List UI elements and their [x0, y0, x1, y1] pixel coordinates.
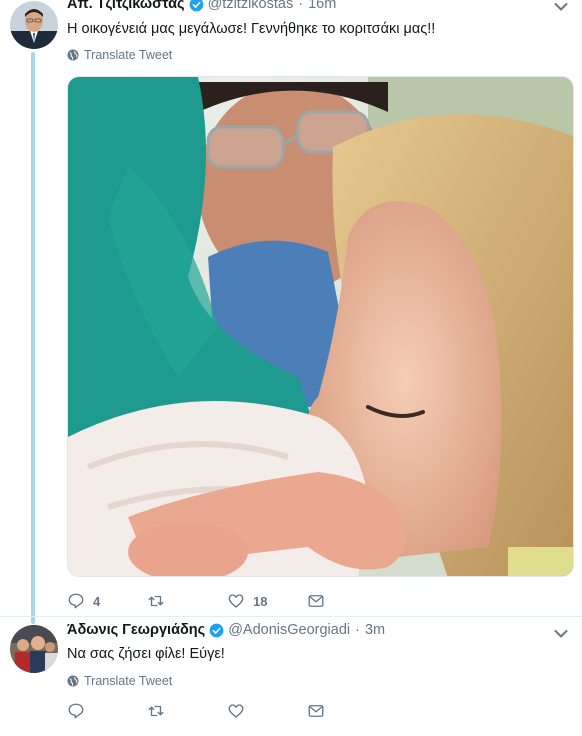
author-handle[interactable]: @AdonisGeorgiadi — [228, 622, 350, 638]
like-count: 18 — [253, 593, 268, 609]
heart-icon — [228, 594, 244, 608]
avatar[interactable] — [10, 1, 58, 49]
globe-icon — [67, 49, 79, 61]
direct-message-button[interactable] — [307, 702, 387, 720]
tweet-text: Να σας ζήσει φίλε! Εύγε! — [67, 646, 225, 662]
reply-button[interactable]: 4 — [67, 592, 147, 610]
verified-badge-icon — [209, 623, 224, 637]
envelope-icon — [308, 705, 324, 717]
tweet-header: Απ. Τζιτζικώστας @tzitzikostas · 16m — [67, 0, 336, 12]
tweet-header: Άδωνις Γεωργιάδης @AdonisGeorgiadi · 3m — [67, 622, 385, 638]
envelope-icon — [308, 595, 324, 607]
chevron-down-icon[interactable] — [554, 629, 568, 639]
thread-line — [31, 52, 35, 624]
reply-count: 4 — [93, 593, 101, 609]
retweet-icon — [148, 595, 164, 607]
tweet-photo[interactable] — [67, 76, 574, 577]
timestamp[interactable]: 3m — [365, 622, 385, 638]
avatar-man-suit-icon — [10, 1, 58, 49]
like-button[interactable] — [227, 702, 307, 720]
reply-icon — [68, 703, 84, 719]
separator: · — [298, 0, 304, 12]
author-name[interactable]: Απ. Τζιτζικώστας — [67, 0, 185, 12]
photo-icon — [68, 77, 573, 576]
separator: · — [355, 622, 360, 638]
verified-badge-icon — [189, 0, 203, 11]
retweet-button[interactable] — [147, 592, 227, 610]
translate-label[interactable]: Translate Tweet — [84, 674, 172, 688]
direct-message-button[interactable] — [307, 592, 387, 610]
chevron-down-icon[interactable] — [554, 2, 568, 12]
reply-button[interactable] — [67, 702, 147, 720]
tweet-actions: 4 18 — [67, 592, 387, 610]
retweet-icon — [148, 705, 164, 717]
tweet[interactable]: Άδωνις Γεωργιάδης @AdonisGeorgiadi · 3m … — [0, 616, 582, 736]
tweet-actions — [67, 702, 387, 720]
translate-tweet-link[interactable]: Translate Tweet — [67, 48, 172, 62]
heart-icon — [228, 704, 244, 718]
globe-icon — [67, 675, 79, 687]
tweet[interactable]: Απ. Τζιτζικώστας @tzitzikostas · 16m Η ο… — [0, 0, 582, 624]
avatar-group-icon — [10, 625, 58, 673]
like-button[interactable]: 18 — [227, 592, 307, 610]
author-name[interactable]: Άδωνις Γεωργιάδης — [67, 622, 205, 638]
translate-tweet-link[interactable]: Translate Tweet — [67, 674, 172, 688]
reply-icon — [68, 593, 84, 609]
tweet-text: Η οικογένειά μας μεγάλωσε! Γεννήθηκε το … — [67, 21, 436, 37]
timestamp[interactable]: 16m — [308, 0, 336, 12]
author-handle[interactable]: @tzitzikostas — [208, 0, 294, 12]
retweet-button[interactable] — [147, 702, 227, 720]
translate-label[interactable]: Translate Tweet — [84, 48, 172, 62]
avatar[interactable] — [10, 625, 58, 673]
